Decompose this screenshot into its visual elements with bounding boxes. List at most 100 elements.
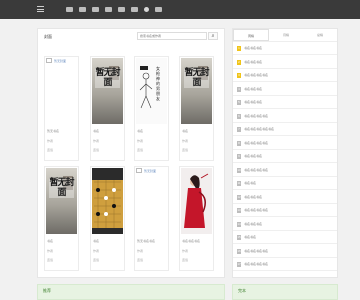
ranking-item[interactable]: 15 书名书名: [233, 232, 337, 244]
book-cover[interactable]: [92, 168, 123, 234]
nav-link[interactable]: 科幻: [144, 7, 149, 12]
rank-book-title[interactable]: 书名书名书名: [244, 46, 262, 50]
book-card[interactable]: 暂无封面 书名 作者 连载: [44, 166, 79, 271]
nav-link[interactable]: 历史: [118, 7, 125, 12]
book-title[interactable]: 书名: [47, 239, 53, 243]
rank-book-title[interactable]: 书名书名书名: [244, 100, 262, 104]
book-cover[interactable]: 暂无封面: [46, 168, 77, 234]
book-author: 作者: [137, 249, 144, 253]
tab-total[interactable]: 总榜: [303, 29, 337, 41]
ranking-item[interactable]: 1 书名书名书名: [233, 43, 337, 55]
ranking-item[interactable]: 4 书名书名书名: [233, 84, 337, 96]
ranking-item[interactable]: 14 书名书名书名: [233, 219, 337, 231]
rank-book-title[interactable]: 书名书名: [244, 181, 256, 185]
nav-link[interactable]: 首页: [66, 7, 73, 12]
book-card[interactable]: 书名 作者 连载: [90, 166, 125, 271]
rank-book-title[interactable]: 书名书名书名书名: [244, 114, 268, 118]
book-title[interactable]: 暂无书名书名: [137, 239, 155, 243]
book-title[interactable]: 暂无书名: [47, 129, 59, 133]
book-cover[interactable]: 暂无封面: [181, 58, 212, 124]
nav-link[interactable]: 玄幻: [79, 7, 86, 12]
ranking-item[interactable]: 9 书名书名书名: [233, 151, 337, 163]
nav-link[interactable]: 仙侠: [92, 7, 99, 12]
ranking-item[interactable]: 3 书名书名书名书名: [233, 70, 337, 82]
nav-link[interactable]: 都市: [105, 7, 112, 12]
book-title[interactable]: 书名: [93, 129, 99, 133]
rank-number: 6: [237, 113, 241, 119]
tab-monthly[interactable]: 月榜: [269, 29, 303, 41]
rank-book-title[interactable]: 书名书名书名书名: [244, 249, 268, 253]
book-card[interactable]: 暂无封面 书名 作者 连载: [90, 56, 125, 161]
book-status: 连载: [137, 148, 144, 152]
ranking-item[interactable]: 8 书名书名书名书名: [233, 138, 337, 150]
rank-number: 14: [237, 221, 241, 227]
book-author: 作者: [93, 139, 100, 143]
book-card[interactable]: 暂无封面 书名 作者 连载: [179, 56, 214, 161]
ranking-item[interactable]: 7 书名书名书名书名书名: [233, 124, 337, 136]
hamburger-icon[interactable]: [37, 6, 44, 12]
book-card[interactable]: 暂无封面 暂无书名 作者 连载: [44, 56, 79, 161]
book-card[interactable]: 暂无封面 暂无书名书名 作者 连载: [134, 166, 169, 271]
rank-number: 15: [237, 235, 241, 240]
ranking-item[interactable]: 12 书名书名书名: [233, 192, 337, 204]
completed-section-header: 完本: [232, 284, 338, 300]
rank-number: 10: [237, 167, 241, 173]
rank-number: 2: [237, 59, 241, 65]
book-card[interactable]: 书名书名书名 作者 连载: [179, 166, 214, 271]
rank-book-title[interactable]: 书名书名书名书名: [244, 141, 268, 145]
rank-book-title[interactable]: 书名书名书名: [244, 195, 262, 199]
book-status: 连载: [47, 148, 54, 152]
book-cover[interactable]: 暂无封面: [136, 168, 167, 234]
rank-book-title[interactable]: 书名书名书名书名书名: [244, 127, 274, 131]
book-status: 连载: [93, 258, 100, 262]
rank-book-title[interactable]: 书名书名书名书名: [244, 73, 268, 77]
rank-number: 4: [237, 86, 241, 92]
tab-weekly[interactable]: 周榜: [233, 29, 269, 41]
rank-book-title[interactable]: 书名书名书名: [244, 87, 262, 91]
ranking-item[interactable]: 11 书名书名: [233, 178, 337, 190]
rank-number: 1: [237, 46, 241, 51]
ranking-item[interactable]: 2 书名书名书名: [233, 57, 337, 69]
rank-number: 16: [237, 248, 241, 254]
ranking-item[interactable]: 16 书名书名书名书名: [233, 246, 337, 258]
book-status: 连载: [137, 258, 144, 262]
cover-text: 女枪神的男朋友: [156, 66, 160, 101]
rank-book-title[interactable]: 书名书名书名: [244, 222, 262, 226]
ranking-item[interactable]: 5 书名书名书名: [233, 97, 337, 109]
ranking-item[interactable]: 17 书名书名书名书名: [233, 259, 337, 271]
cover-text: 暂无封面: [49, 178, 75, 198]
search-input[interactable]: [137, 32, 207, 40]
ranking-item[interactable]: 10 书名书名书名书名: [233, 165, 337, 177]
book-cover[interactable]: 暂无封面: [46, 58, 77, 124]
rank-number: 8: [237, 140, 241, 146]
cover-text: 暂无封面: [95, 68, 121, 88]
rank-book-title[interactable]: 书名书名书名书名: [244, 262, 268, 266]
ranking-tabs: 周榜 月榜 总榜: [233, 29, 337, 41]
book-title[interactable]: 书名: [182, 129, 188, 133]
rank-book-title[interactable]: 书名书名书名: [244, 60, 262, 64]
nav-link[interactable]: 网游: [131, 7, 138, 12]
rank-book-title[interactable]: 书名书名书名书名: [244, 208, 268, 212]
ranking-item[interactable]: 6 书名书名书名书名: [233, 111, 337, 123]
nav-link[interactable]: 书库: [155, 7, 162, 12]
book-cover[interactable]: 女枪神的男朋友: [136, 58, 167, 124]
ranking-item[interactable]: 13 书名书名书名书名: [233, 205, 337, 217]
cover-alt-text: 暂无封面: [54, 59, 67, 63]
book-status: 连载: [47, 258, 54, 262]
rank-book-title[interactable]: 书名书名书名书名: [244, 168, 268, 172]
section-title: 完本: [238, 288, 246, 293]
rank-book-title[interactable]: 书名书名: [244, 235, 256, 239]
search-icon[interactable]: ⌕: [208, 32, 218, 40]
rank-number: 3: [237, 73, 241, 78]
book-cover[interactable]: [181, 168, 212, 234]
cover-text: 暂无封面: [184, 68, 210, 88]
book-title[interactable]: 书名: [93, 239, 99, 243]
divider: [233, 41, 337, 42]
ranking-panel: 周榜 月榜 总榜 1 书名书名书名 2 书名书名书名 3 书名书名书名书名 4 书名书名书名 5…: [232, 28, 338, 278]
book-cover[interactable]: 暂无封面: [92, 58, 123, 124]
book-card[interactable]: 女枪神的男朋友 书名 作者 连载: [134, 56, 169, 161]
rank-book-title[interactable]: 书名书名书名: [244, 154, 262, 158]
rank-number: 9: [237, 154, 241, 159]
book-title[interactable]: 书名书名书名: [182, 239, 200, 243]
book-title[interactable]: 书名: [137, 129, 143, 133]
